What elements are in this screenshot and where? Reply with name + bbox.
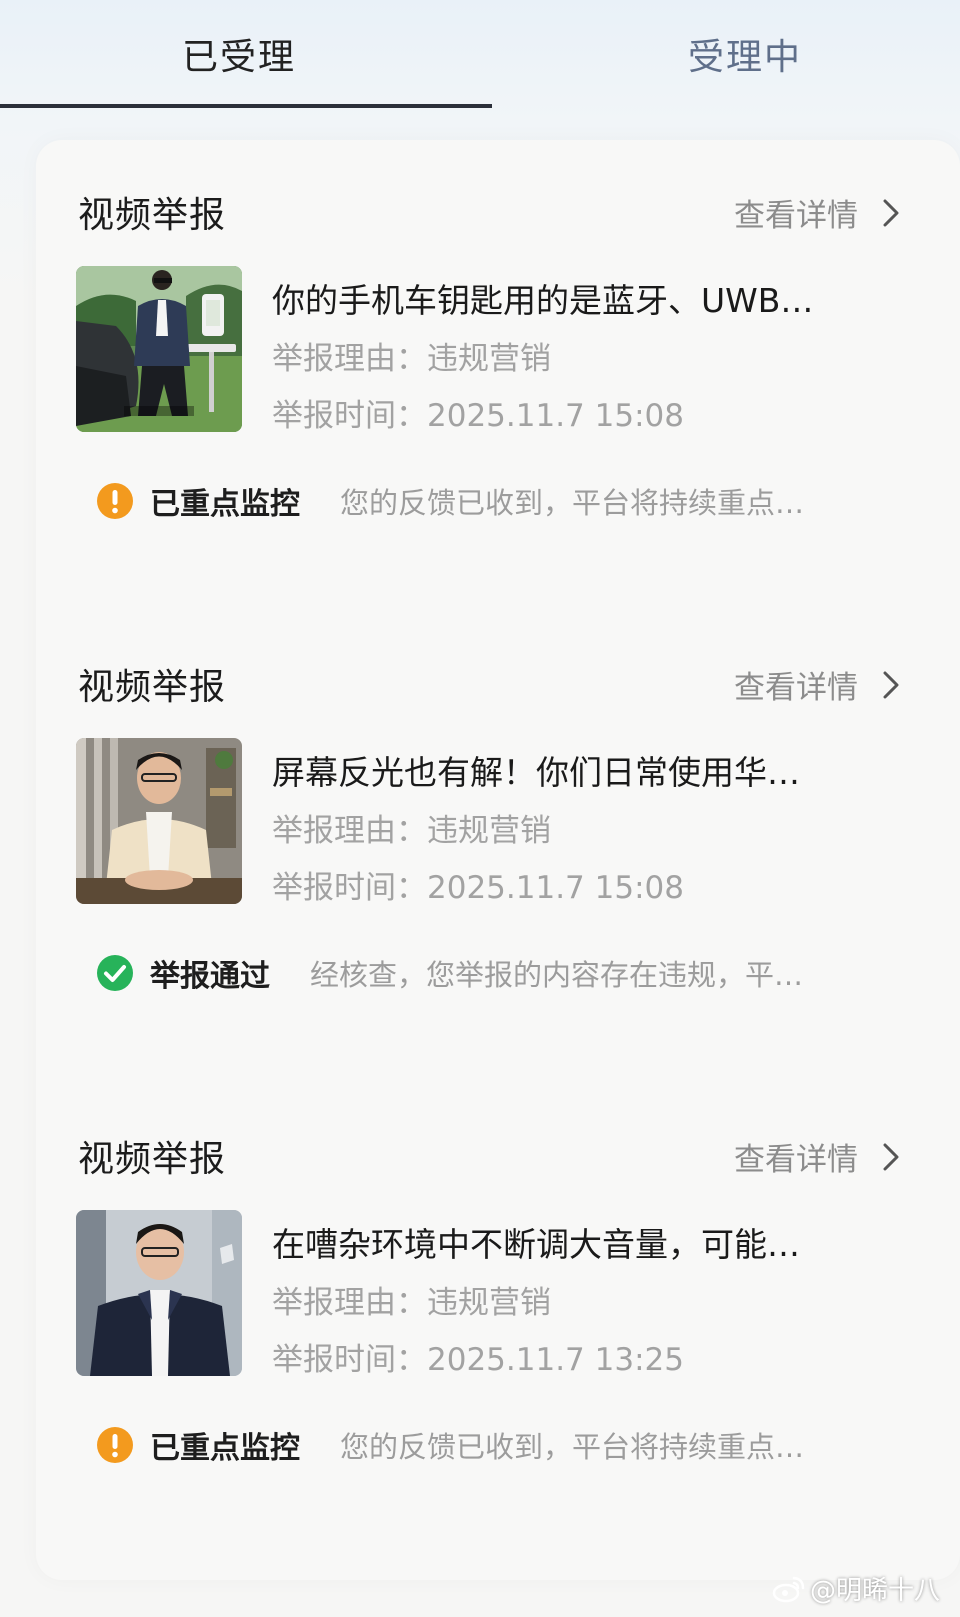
video-thumbnail-image [76,266,242,432]
video-title: 你的手机车钥匙用的是蓝牙、UWB… [272,281,814,320]
status-label: 已重点监控 [150,487,300,522]
tab-bar: 已受理 受理中 [0,0,960,110]
report-type: 视频举报 [78,195,227,236]
video-thumbnail[interactable] [76,266,242,432]
active-tab-indicator [0,104,492,108]
report-status: 已重点监控 您的反馈已收到，平台将持续重点… [96,1424,916,1466]
view-details-link[interactable]: 查看详情 [734,1134,904,1179]
video-thumbnail-image [76,1210,242,1376]
warning-icon [97,1427,133,1463]
video-title: 在嘈杂环境中不断调大音量，可能… [272,1225,800,1264]
report-reason: 举报理由：违规营销 [272,813,551,849]
report-time: 举报时间：2025.11.7 15:08 [272,870,684,906]
view-details-label: 查看详情 [734,1142,858,1178]
view-details-label: 查看详情 [734,670,858,706]
video-title: 屏幕反光也有解！你们日常使用华… [272,753,800,792]
status-message: 经核查，您举报的内容存在违规，平… [310,958,804,992]
report-type: 视频举报 [78,1139,227,1180]
report-reason: 举报理由：违规营销 [272,341,551,377]
report-status: 已重点监控 您的反馈已收到，平台将持续重点… [96,480,916,522]
tab-accepted[interactable]: 已受理 [182,28,296,80]
video-thumbnail-image [76,738,242,904]
view-details-link[interactable]: 查看详情 [734,662,904,707]
watermark: @明晞十八 [772,1570,940,1607]
watermark-text: @明晞十八 [809,1576,940,1606]
report-time: 举报时间：2025.11.7 13:25 [272,1342,684,1378]
status-message: 您的反馈已收到，平台将持续重点… [340,486,805,520]
tab-processing[interactable]: 受理中 [688,28,802,80]
status-label: 已重点监控 [150,1431,300,1466]
chevron-right-icon [883,1143,899,1170]
status-label: 举报通过 [150,959,270,994]
status-message: 您的反馈已收到，平台将持续重点… [340,1430,805,1464]
video-thumbnail[interactable] [76,1210,242,1376]
report-status: 举报通过 经核查，您举报的内容存在违规，平… [96,952,916,994]
check-icon [97,955,133,991]
view-details-label: 查看详情 [734,198,858,234]
chevron-right-icon [883,671,899,698]
warning-icon [97,483,133,519]
view-details-link[interactable]: 查看详情 [734,190,904,235]
video-thumbnail[interactable] [76,738,242,904]
report-list: 视频举报 查看详情 你的手机车钥匙用的是蓝牙、UWB… 举报理由：违规营销 举报… [36,140,960,1580]
report-reason: 举报理由：违规营销 [272,1285,551,1321]
chevron-right-icon [883,199,899,226]
report-time: 举报时间：2025.11.7 15:08 [272,398,684,434]
report-type: 视频举报 [78,667,227,708]
weibo-icon [772,1576,805,1602]
